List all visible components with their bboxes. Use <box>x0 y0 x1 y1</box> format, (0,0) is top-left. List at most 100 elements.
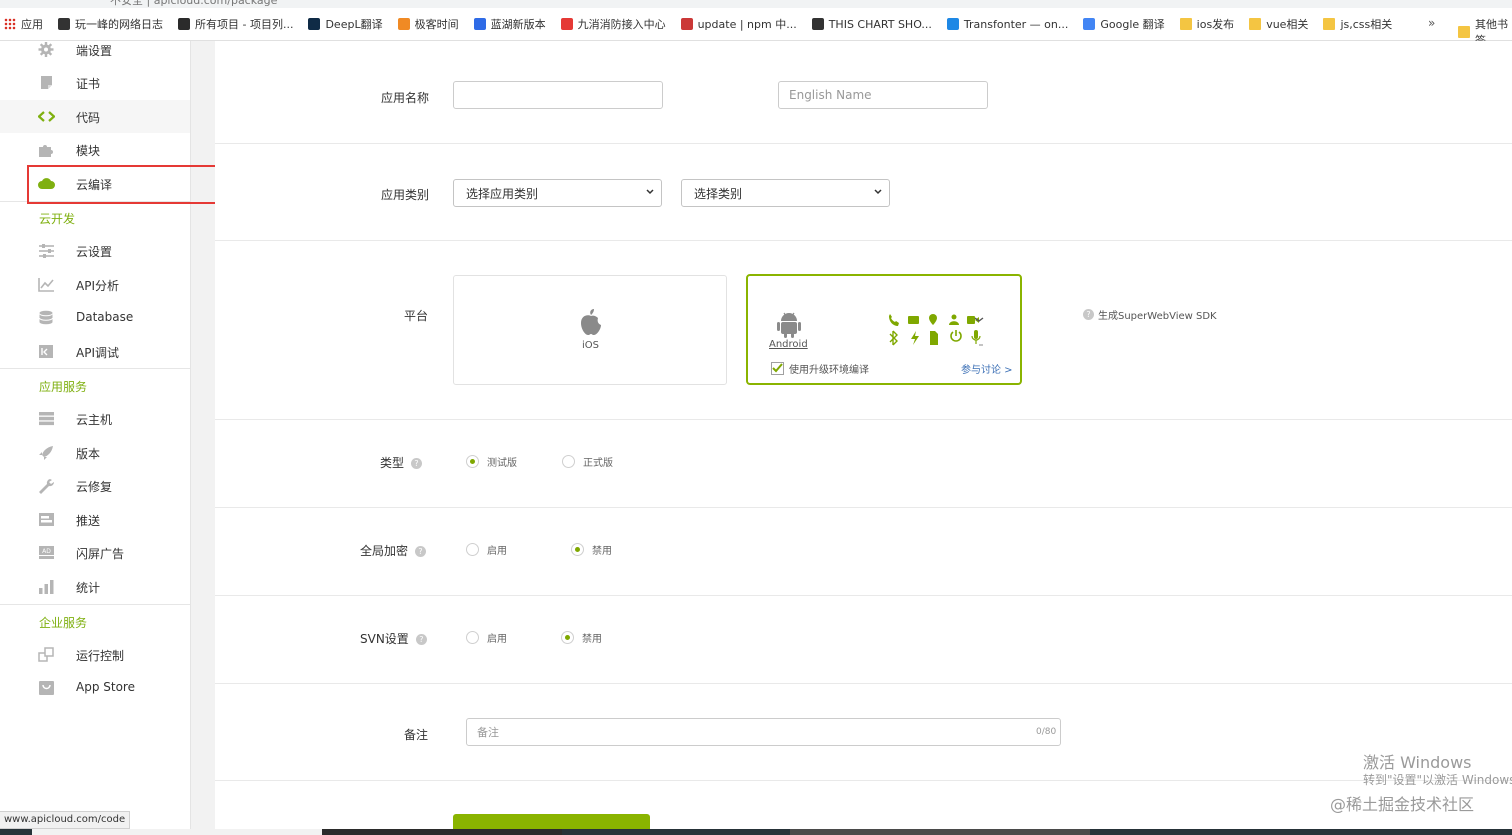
sidebar-item-label: 端设置 <box>76 44 113 58</box>
bookmark-label: update | npm 中... <box>697 18 797 31</box>
upgrade-env-checkbox[interactable]: 使用升级环境编译 <box>771 361 869 376</box>
taskbar-item[interactable] <box>322 829 562 835</box>
radio-type-release-label: 正式版 <box>583 458 613 469</box>
npm-favicon <box>680 18 693 30</box>
database-icon <box>38 310 55 325</box>
radio-type-test[interactable]: 测试版 <box>466 454 517 469</box>
radio-svn-disable-label: 禁用 <box>582 634 602 645</box>
status-url-tooltip: www.apicloud.com/code <box>0 811 131 829</box>
taskbar-item[interactable] <box>32 829 322 835</box>
app-name-input[interactable] <box>453 81 663 109</box>
radio-encrypt-enable[interactable]: 启用 <box>466 542 507 557</box>
bookmark-label: THIS CHART SHO... <box>828 17 932 31</box>
sdk-link[interactable]: ? 生成SuperWebView SDK <box>1083 307 1217 322</box>
bookmark-item[interactable]: Google 翻译 <box>1083 16 1165 32</box>
bookmark-item[interactable]: 所有项目 - 项目列... <box>178 16 293 32</box>
bookmark-item[interactable]: Transfonter — on... <box>946 18 1068 31</box>
english-name-input[interactable] <box>778 81 988 109</box>
sidebar-item-label: 云设置 <box>76 245 113 259</box>
remark-input[interactable] <box>466 718 1061 746</box>
form-row-category: 应用类别 选择应用类别 选择类别 <box>215 144 1512 241</box>
form-row-app-name: 应用名称 <box>215 41 1512 144</box>
radio-svn-disable[interactable]: 禁用 <box>561 630 602 645</box>
help-icon[interactable]: ? <box>411 458 423 469</box>
sidebar-item[interactable]: Database <box>0 301 190 334</box>
bookmark-item[interactable]: DeepL翻译 <box>308 16 383 32</box>
sidebar-item[interactable]: API分析 <box>0 268 190 301</box>
bookmarks-more-button[interactable]: » <box>1428 16 1435 30</box>
sidebar-item-label: 云主机 <box>76 413 113 427</box>
folder-icon <box>1249 18 1262 30</box>
radio-svn-enable[interactable]: 启用 <box>466 630 507 645</box>
sub-category-select[interactable]: 选择类别 <box>681 179 890 207</box>
radio-unselected-icon <box>466 631 479 644</box>
bookmark-item[interactable]: js,css相关 <box>1323 16 1392 32</box>
apps-grid-icon <box>4 18 16 30</box>
help-icon[interactable]: ? <box>415 546 427 557</box>
platform-ios-card[interactable]: iOS <box>453 275 727 385</box>
address-bar[interactable]: 不安全 | apicloud.com/package <box>0 0 1512 8</box>
server-icon <box>38 411 55 426</box>
sidebar-item[interactable]: 模块 <box>0 133 190 166</box>
help-icon[interactable]: ? <box>415 634 427 645</box>
lanhu-favicon <box>473 18 486 30</box>
radio-encrypt-disable[interactable]: 禁用 <box>571 542 612 557</box>
bookmark-item[interactable]: 九消消防接入中心 <box>560 16 666 32</box>
ruanyifeng-favicon <box>58 18 70 30</box>
bookmark-item[interactable]: THIS CHART SHO... <box>811 17 932 31</box>
bookmark-item[interactable]: 玩一峰的网络日志 <box>58 16 163 32</box>
chevron-down-icon <box>646 189 654 195</box>
sidebar-item-label: 推送 <box>76 514 101 528</box>
radio-type-release[interactable]: 正式版 <box>562 454 613 469</box>
push-icon <box>38 512 55 527</box>
taskbar <box>0 829 1512 835</box>
bookmark-item[interactable]: vue相关 <box>1249 16 1308 32</box>
type-label-wrap: 类型? <box>380 454 423 471</box>
platform-android-label: Android <box>769 339 808 350</box>
bookmark-item[interactable]: ios发布 <box>1179 16 1234 32</box>
rocket-icon <box>38 445 55 460</box>
sidebar-item[interactable]: 统计 <box>0 570 190 603</box>
platform-label: 平台 <box>404 309 429 323</box>
app-category-select[interactable]: 选择应用类别 <box>453 179 662 207</box>
bookmark-item[interactable]: update | npm 中... <box>680 16 797 32</box>
radio-selected-icon <box>466 455 479 468</box>
sidebar-item-label: App Store <box>76 680 135 694</box>
sidebar-group-title: 应用服务 <box>39 380 88 394</box>
sidebar-item-label: 模块 <box>76 144 101 158</box>
help-icon: ? <box>1083 309 1094 320</box>
gear-icon <box>38 42 55 57</box>
sidebar-item[interactable]: 证书 <box>0 66 190 99</box>
sidebar-item[interactable]: 云主机 <box>0 402 190 435</box>
sidebar-item[interactable]: AD 闪屏广告 <box>0 536 190 569</box>
radio-type-test-label: 测试版 <box>487 458 517 469</box>
bookmark-label: 玩一峰的网络日志 <box>75 18 163 31</box>
run-control-icon <box>38 647 55 662</box>
sidebar-item[interactable]: 端设置 <box>0 41 190 66</box>
sidebar-item[interactable]: 版本 <box>0 436 190 469</box>
sidebar-item[interactable]: 推送 <box>0 503 190 536</box>
sidebar-item[interactable]: 代码 <box>0 100 190 133</box>
radio-svn-enable-label: 启用 <box>487 634 507 645</box>
android-icon <box>777 312 801 338</box>
sidebar-item[interactable]: 运行控制 <box>0 638 190 671</box>
sidebar-item[interactable]: App Store <box>0 671 190 704</box>
bookmark-item[interactable]: 应用 <box>4 16 43 32</box>
form-row-platform: 平台 iOS Android 使用升级环境编译 参与讨论 > ? 生成Super… <box>215 241 1512 420</box>
sidebar-item[interactable]: 云设置 <box>0 234 190 267</box>
sidebar-item[interactable]: API调试 <box>0 335 190 368</box>
form-row-remark: 备注 0/80 <box>215 684 1512 781</box>
bookmark-item[interactable]: 蓝湖新版本 <box>473 16 546 32</box>
bookmark-item[interactable]: 极客时间 <box>397 16 459 32</box>
app-category-select-value: 选择应用类别 <box>466 186 539 201</box>
discuss-link[interactable]: 参与讨论 > <box>961 361 1013 376</box>
svg-text:AD: AD <box>42 548 51 555</box>
taskbar-item[interactable] <box>790 829 1090 835</box>
highlight-annotation <box>27 165 236 204</box>
platform-android-card[interactable]: Android 使用升级环境编译 参与讨论 > <box>746 274 1022 385</box>
bookmark-label: 蓝湖新版本 <box>490 18 546 31</box>
chevron-down-icon <box>874 189 882 195</box>
bookmark-label: 应用 <box>21 18 43 31</box>
sidebar-item-label: API调试 <box>76 346 119 360</box>
sidebar-item[interactable]: 云修复 <box>0 469 190 502</box>
